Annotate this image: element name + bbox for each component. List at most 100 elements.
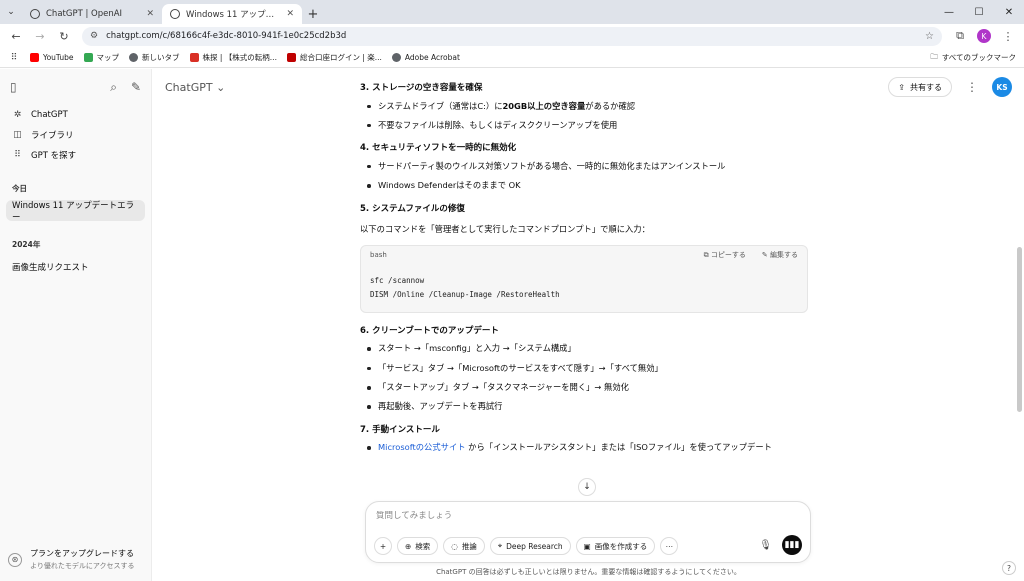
address-bar[interactable]: ⚙ chatgpt.com/c/68166c4f-e3dc-8010-941f-… — [82, 26, 942, 46]
maps-icon — [83, 53, 93, 62]
copy-code-button[interactable]: ⧉ コピーする — [704, 251, 746, 260]
vertical-scrollbar[interactable] — [1017, 247, 1022, 412]
site-info-icon[interactable]: ⚙ — [90, 31, 98, 41]
assistant-message: 3. ストレージの空き容量を確保 システムドライブ（通常はC:）に20GB以上の… — [360, 83, 808, 453]
upgrade-plan-button[interactable]: ⊛ プランをアップグレードする より優れたモデルにアクセスする — [8, 548, 135, 571]
list-item: サードパーティ製のウイルス対策ソフトがある場合、一時的に無効化またはアンインスト… — [360, 161, 808, 171]
bullet-list: サードパーティ製のウイルス対策ソフトがある場合、一時的に無効化またはアンインスト… — [360, 161, 808, 191]
bookmark-maps[interactable]: マップ — [83, 52, 119, 63]
chatgpt-logo-icon: ✲ — [13, 110, 22, 120]
reload-icon[interactable]: ↻ — [54, 26, 74, 46]
close-icon[interactable]: ✕ — [286, 9, 294, 19]
search-tool-button[interactable]: ⊕ 検索 — [397, 537, 439, 555]
create-image-button[interactable]: ▣ 画像を作成する — [575, 537, 656, 555]
bookmark-rakuten[interactable]: 総合口座ログイン | 楽... — [286, 52, 382, 63]
section-heading: 4. セキュリティソフトを一時的に無効化 — [360, 143, 517, 154]
globe-icon — [129, 53, 138, 62]
microsoft-site-link[interactable]: Microsoftの公式サイト — [378, 442, 466, 452]
deep-research-button[interactable]: ⌖ Deep Research — [489, 537, 571, 555]
back-icon[interactable]: ← — [6, 26, 26, 46]
rakuten-icon — [286, 53, 296, 62]
waveform-icon: ▮▮▮ — [784, 540, 800, 550]
browser-menu-icon[interactable]: ⋮ — [998, 26, 1018, 46]
sidebar-header: ▯ ⌕ ✎ — [0, 69, 151, 105]
section-today: 今日 — [12, 184, 27, 193]
more-tools-button[interactable]: ⋯ — [660, 537, 679, 555]
list-item: Microsoftの公式サイト から「インストールアシスタント」または「ISOフ… — [360, 442, 808, 452]
sidebar-item-label: ライブラリ — [31, 131, 74, 141]
list-item: 「スタートアップ」タブ →「タスクマネージャーを開く」→ 無効化 — [360, 382, 808, 392]
search-icon[interactable]: ⌕ — [110, 81, 117, 93]
bookmark-kabutan[interactable]: 株探 | 【株式の転柄... — [189, 52, 277, 63]
help-button[interactable]: ? — [1002, 561, 1016, 575]
model-selector[interactable]: ChatGPT ⌄ — [165, 81, 225, 94]
share-button[interactable]: ⇪ 共有する — [888, 77, 952, 97]
profile-button[interactable]: K — [974, 26, 994, 46]
forward-icon[interactable]: → — [30, 26, 50, 46]
edit-label: 編集する — [770, 251, 798, 260]
prompt-input[interactable] — [376, 511, 796, 521]
maximize-icon[interactable]: ☐ — [964, 0, 994, 24]
bold-text: 20GB以上の空き容量 — [502, 100, 586, 111]
code-content[interactable]: sfc /scannow DISM /Online /Cleanup-Image… — [361, 266, 807, 303]
code-language: bash — [370, 251, 387, 260]
scroll-down-button[interactable]: ↓ — [578, 478, 596, 496]
section-heading: 5. システムファイルの修復 — [360, 203, 465, 214]
openai-favicon-icon — [30, 9, 40, 19]
apps-grid-icon[interactable]: ⠿ — [8, 48, 20, 68]
window-controls: — ☐ ✕ — [934, 0, 1024, 24]
code-line: DISM /Online /Cleanup-Image /RestoreHeal… — [370, 289, 560, 299]
close-icon[interactable]: ✕ — [146, 9, 154, 19]
browser-toolbar: ← → ↻ ⚙ chatgpt.com/c/68166c4f-e3dc-8010… — [0, 24, 1024, 48]
sidebar-item-chatgpt[interactable]: ✲ ChatGPT — [6, 105, 145, 125]
window-close-icon[interactable]: ✕ — [994, 0, 1024, 24]
list-item: 再起動後、アップデートを再試行 — [360, 401, 808, 411]
minimize-icon[interactable]: — — [934, 0, 964, 24]
code-block: bash ⧉ コピーする ✎ 編集する sfc /scannow DISM /O… — [360, 244, 808, 313]
edit-code-button[interactable]: ✎ 編集する — [762, 251, 798, 260]
upgrade-icon: ⊛ — [8, 552, 22, 567]
extensions-icon[interactable]: ⧉ — [950, 26, 970, 46]
tab-title: Windows 11 アップデートエラー — [186, 10, 280, 20]
copy-label: コピーする — [710, 251, 746, 260]
main-area: ChatGPT ⌄ ⇪ 共有する ⋮ KS 3. ストレージの空き容量を確保 シス… — [153, 69, 1024, 581]
bookmark-star-icon[interactable]: ☆ — [925, 31, 934, 42]
microphone-icon[interactable]: 🎙 — [759, 540, 772, 551]
text: があるか確認 — [585, 100, 636, 111]
voice-mode-button[interactable]: ▮▮▮ — [782, 535, 802, 555]
folder-icon: 🗀 — [930, 52, 938, 61]
list-item: スタート →「msconfig」と入力 →「システム構成」 — [360, 343, 808, 353]
upgrade-subtitle: より優れたモデルにアクセスする — [30, 562, 135, 570]
tool-label: Deep Research — [506, 541, 563, 551]
tab-windows-update-error[interactable]: Windows 11 アップデートエラー ✕ — [162, 4, 302, 24]
bookmark-new-tab[interactable]: 新しいタブ — [129, 52, 180, 63]
bullet-list: システムドライブ（通常はC:）に20GB以上の空き容量があるか確認 不要なファイ… — [360, 101, 808, 131]
url-text[interactable]: chatgpt.com/c/68166c4f-e3dc-8010-941f-1e… — [106, 31, 917, 41]
paragraph: 以下のコマンドを「管理者として実行したコマンドプロンプト」で順に入力： — [360, 224, 650, 235]
disclaimer-text: ChatGPT の回答は必ずしも正しいとは限りません。重要な情報は確認するように… — [436, 568, 741, 576]
copy-icon: ⧉ — [703, 251, 709, 260]
more-options-icon[interactable]: ⋮ — [966, 81, 978, 93]
user-avatar[interactable]: KS — [992, 77, 1012, 97]
bookmark-adobe-acrobat[interactable]: Adobe Acrobat — [391, 53, 460, 62]
tool-label: 推論 — [461, 541, 477, 551]
new-tab-button[interactable]: + — [302, 4, 324, 24]
sidebar-toggle-icon[interactable]: ▯ — [10, 81, 17, 93]
chat-item-image-generation[interactable]: 画像生成リクエスト — [6, 256, 145, 277]
upgrade-title: プランをアップグレードする — [30, 549, 134, 558]
add-attachment-button[interactable]: + — [374, 537, 392, 555]
lightbulb-icon: ◌ — [451, 541, 458, 551]
reason-tool-button[interactable]: ◌ 推論 — [443, 537, 485, 555]
sidebar-item-explore-gpts[interactable]: ⠿ GPT を探す — [6, 145, 145, 165]
all-bookmarks[interactable]: 🗀 すべてのブックマーク — [930, 51, 1016, 64]
tab-search-icon[interactable]: ⌄ — [0, 1, 22, 23]
profile-avatar: K — [977, 29, 991, 43]
new-chat-icon[interactable]: ✎ — [131, 81, 141, 93]
sidebar-item-library[interactable]: ◫ ライブラリ — [6, 125, 145, 145]
chat-item-windows-update[interactable]: Windows 11 アップデートエラー — [6, 200, 145, 223]
text: から「インストールアシスタント」または「ISOファイル」を使ってアップデート — [465, 442, 772, 453]
openai-favicon-icon — [170, 9, 180, 19]
code-header: bash ⧉ コピーする ✎ 編集する — [361, 246, 807, 266]
bookmark-youtube[interactable]: YouTube — [30, 53, 74, 62]
tab-chatgpt-openai[interactable]: ChatGPT | OpenAI ✕ — [22, 4, 162, 24]
